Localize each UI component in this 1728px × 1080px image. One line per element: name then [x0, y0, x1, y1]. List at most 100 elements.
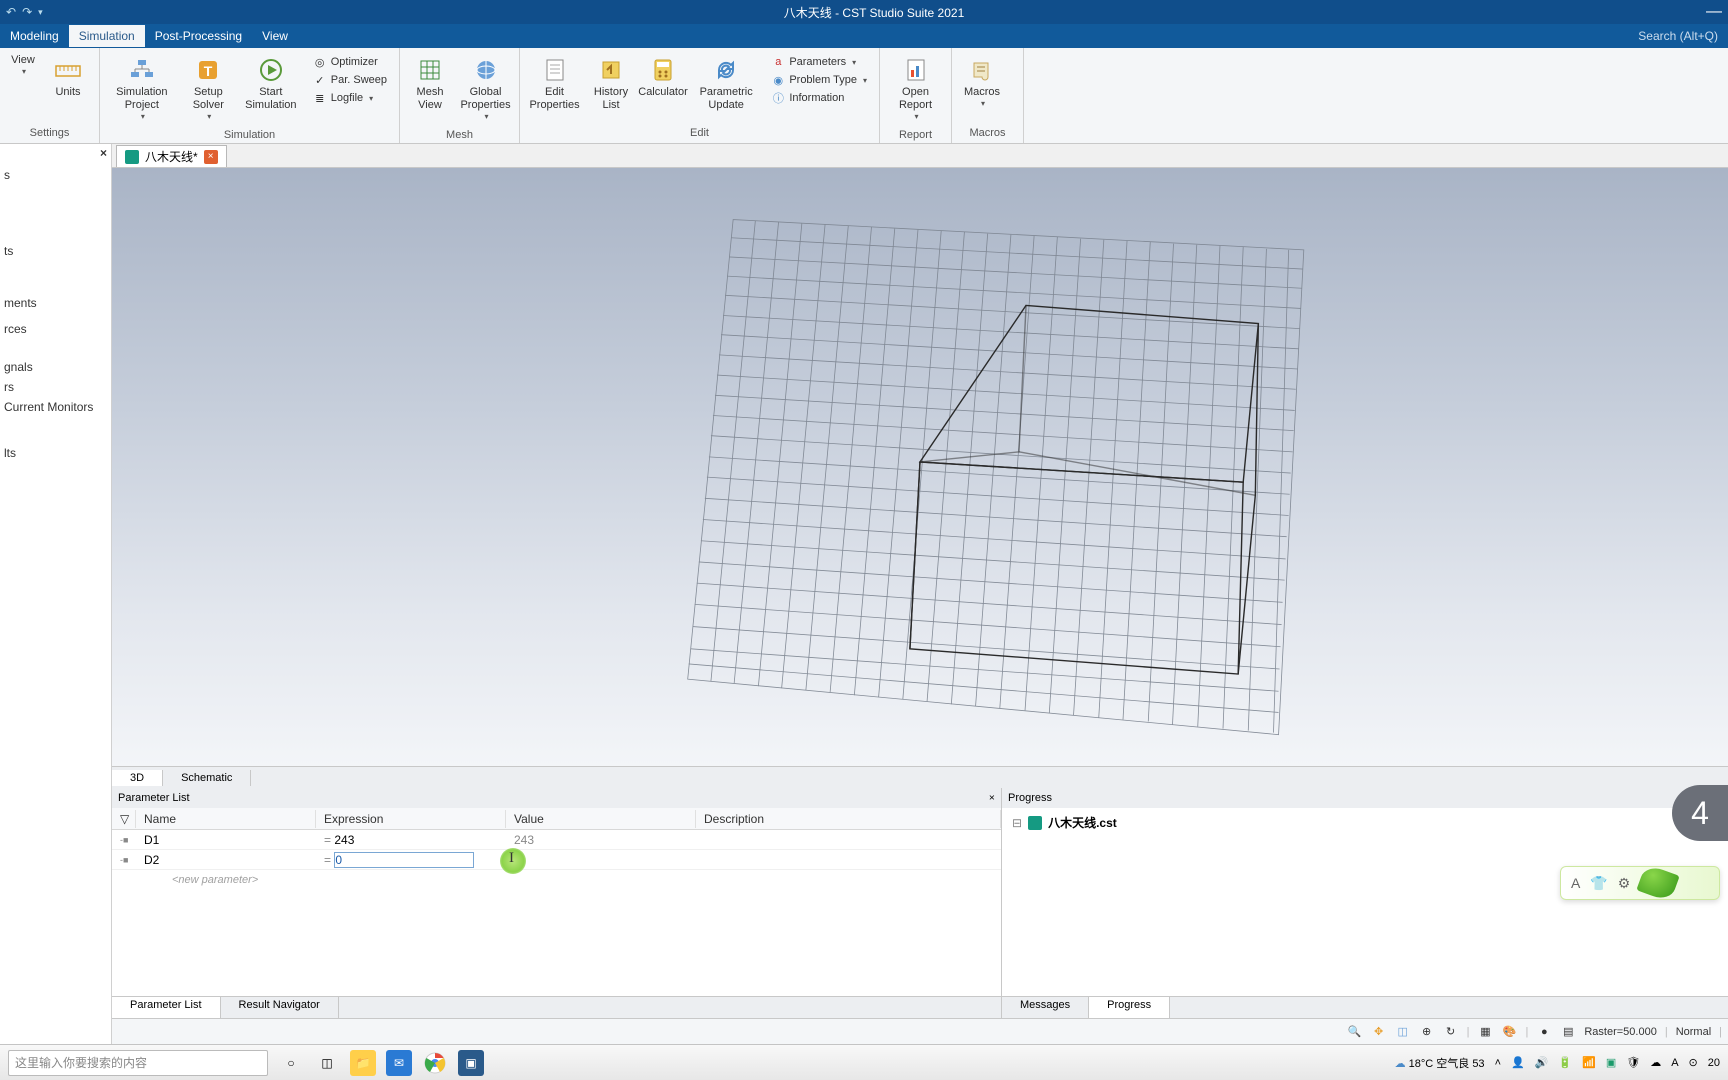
start-simulation-button[interactable]: Start Simulation — [239, 52, 303, 114]
edit-properties-button[interactable]: Edit Properties — [526, 52, 583, 114]
column-name[interactable]: Name — [136, 810, 316, 828]
open-report-button[interactable]: Open Report — [886, 52, 945, 123]
new-parameter-row[interactable]: <new parameter> — [112, 870, 1001, 890]
table-row[interactable]: -■ D1 = 243 243 — [112, 830, 1001, 850]
app-icon[interactable]: ▣ — [458, 1050, 484, 1076]
close-icon[interactable]: × — [100, 146, 107, 160]
tray-ime-icon[interactable]: A — [1671, 1057, 1678, 1069]
ribbon-search[interactable]: Search (Alt+Q) — [1628, 25, 1728, 47]
weather-widget[interactable]: ☁ 18°C 空气良 53 — [1395, 1055, 1485, 1071]
mesh-view-button[interactable]: Mesh View — [406, 52, 454, 114]
taskbar-search[interactable]: 这里输入你要搜索的内容 — [8, 1050, 268, 1076]
menu-modeling[interactable]: Modeling — [0, 25, 69, 47]
information-button[interactable]: ⓘInformation — [769, 90, 869, 106]
tree-item[interactable]: ts — [2, 238, 109, 264]
tree-item[interactable]: gnals — [2, 354, 109, 380]
column-expression[interactable]: Expression — [316, 810, 506, 828]
tab-result-navigator[interactable]: Result Navigator — [221, 997, 339, 1018]
tree-item[interactable]: s — [2, 162, 109, 188]
menu-view[interactable]: View — [252, 25, 298, 47]
minimize-icon[interactable]: — — [1706, 3, 1722, 20]
history-list-button[interactable]: History List — [587, 52, 635, 114]
nav-icon[interactable]: ✥ — [1371, 1024, 1387, 1040]
parameters-button[interactable]: aParameters — [769, 54, 869, 70]
expression-input[interactable] — [334, 852, 474, 868]
ime-toolbar[interactable]: A 👕 ⚙ — [1560, 866, 1720, 900]
tray-volume-icon[interactable]: 🔊 — [1535, 1056, 1549, 1069]
logfile-button[interactable]: ≣Logfile — [311, 90, 389, 106]
tab-3d[interactable]: 3D — [112, 770, 163, 786]
navigation-tree-panel: × s ts ments rces gnals rs Current Monit… — [0, 144, 112, 1044]
mesh-grid-icon — [416, 56, 444, 84]
macros-button[interactable]: Macros — [958, 52, 1006, 110]
optimizer-button[interactable]: ◎Optimizer — [311, 54, 389, 70]
parametric-update-button[interactable]: Parametric Update — [691, 52, 761, 114]
tab-messages[interactable]: Messages — [1002, 997, 1089, 1018]
tray-battery-icon[interactable]: 🔋 — [1558, 1056, 1572, 1069]
redo-icon[interactable]: ↷ — [22, 5, 32, 19]
tab-progress[interactable]: Progress — [1089, 997, 1170, 1018]
notification-badge[interactable]: 4 — [1672, 785, 1728, 841]
calculator-button[interactable]: Calculator — [639, 52, 687, 101]
target-icon: ◎ — [313, 55, 327, 69]
menu-postprocessing[interactable]: Post-Processing — [145, 25, 252, 47]
tree-item[interactable]: rs — [2, 380, 109, 400]
par-sweep-button[interactable]: ✓Par. Sweep — [311, 72, 389, 88]
mail-icon[interactable]: ✉ — [386, 1050, 412, 1076]
solver-t-icon: T — [194, 56, 222, 84]
parameter-list-panel: Parameter List× ▽ Name Expression Value … — [112, 788, 1002, 1018]
settings-icon: ⚙ — [1618, 875, 1631, 892]
zoom-plus-icon[interactable]: ⊕ — [1419, 1024, 1435, 1040]
tab-close-icon[interactable]: × — [204, 150, 218, 164]
view-tabs: 3D Schematic — [112, 766, 1728, 788]
simulation-project-button[interactable]: Simulation Project — [106, 52, 178, 123]
progress-file-item[interactable]: ⊟ 八木天线.cst — [1012, 814, 1718, 831]
zoom-icon[interactable]: 🔍 — [1347, 1024, 1363, 1040]
tray-extra-icon[interactable]: ⊙ — [1689, 1056, 1698, 1069]
tree-item[interactable]: lts — [2, 440, 109, 466]
layer-icon[interactable]: ▤ — [1560, 1024, 1576, 1040]
menu-simulation[interactable]: Simulation — [69, 25, 145, 47]
3d-viewport[interactable] — [112, 168, 1728, 766]
problem-type-button[interactable]: ◉Problem Type — [769, 72, 869, 88]
undo-icon[interactable]: ↶ — [6, 5, 16, 19]
tray-cloud-icon[interactable]: ☁ — [1650, 1056, 1661, 1069]
rotate-icon[interactable]: ↻ — [1443, 1024, 1459, 1040]
tray-up-icon[interactable]: ˄ — [1495, 1057, 1501, 1069]
column-value[interactable]: Value — [506, 810, 696, 828]
chrome-icon[interactable] — [422, 1050, 448, 1076]
tree-item[interactable]: rces — [2, 316, 109, 342]
ime-letter: A — [1571, 875, 1580, 891]
grid-icon[interactable]: ▦ — [1478, 1024, 1494, 1040]
close-icon[interactable]: × — [989, 792, 995, 804]
view-dropdown[interactable]: View — [6, 52, 40, 78]
document-tab-label: 八木天线* — [145, 148, 198, 165]
tray-app-icon[interactable]: ▣ — [1606, 1056, 1616, 1069]
document-tab[interactable]: 八木天线* × — [116, 145, 227, 167]
cube-icon[interactable]: ◫ — [1395, 1024, 1411, 1040]
ribbon: View Units Settings Simulation Project T… — [0, 48, 1728, 144]
tree-item[interactable]: ments — [2, 290, 109, 316]
table-row[interactable]: -■ D2 = 0 — [112, 850, 1001, 870]
explorer-icon[interactable]: 📁 — [350, 1050, 376, 1076]
shirt-icon: 👕 — [1590, 875, 1607, 892]
setup-solver-button[interactable]: T Setup Solver — [182, 52, 235, 123]
taskview-icon[interactable]: ◫ — [314, 1050, 340, 1076]
flowchart-icon — [128, 56, 156, 84]
global-properties-button[interactable]: Global Properties — [458, 52, 513, 123]
tray-time[interactable]: 20 — [1708, 1057, 1720, 1069]
tray-wifi-icon[interactable]: 📶 — [1582, 1056, 1596, 1069]
tab-schematic[interactable]: Schematic — [163, 770, 251, 786]
tray-people-icon[interactable]: 👤 — [1511, 1056, 1525, 1069]
tree-item[interactable]: Current Monitors — [2, 400, 109, 420]
column-description[interactable]: Description — [696, 810, 1001, 828]
cortana-icon[interactable]: ○ — [278, 1050, 304, 1076]
history-icon — [597, 56, 625, 84]
palette-icon[interactable]: 🎨 — [1502, 1024, 1518, 1040]
tab-parameter-list[interactable]: Parameter List — [112, 997, 221, 1018]
qat-more-icon[interactable]: ▾ — [38, 7, 43, 18]
units-button[interactable]: Units — [44, 52, 92, 101]
tray-shield-icon[interactable]: 🛡 — [1626, 1056, 1640, 1069]
filter-icon[interactable]: ▽ — [112, 810, 136, 828]
dot-icon[interactable]: ● — [1536, 1024, 1552, 1040]
